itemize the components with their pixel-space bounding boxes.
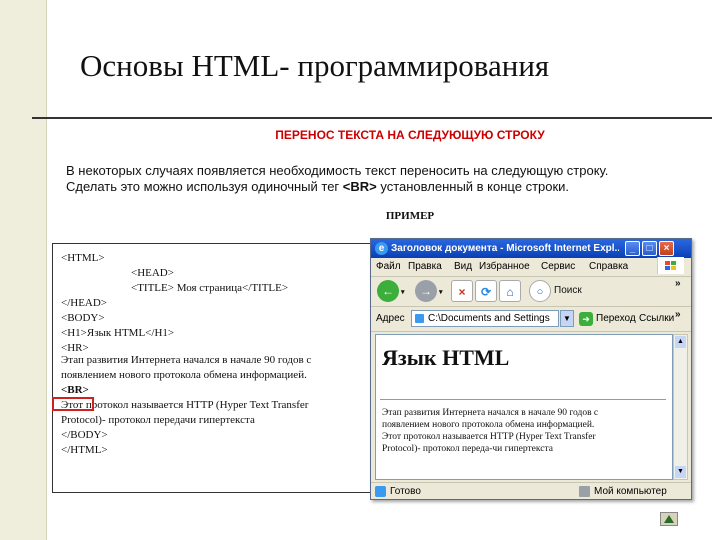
code-line: <H1>Язык HTML</H1>: [61, 327, 175, 339]
address-value: C:\Documents and Settings: [428, 313, 550, 324]
back-icon[interactable]: ←: [377, 280, 399, 302]
window-title: Заголовок документа - Microsoft Internet…: [391, 243, 619, 254]
scroll-up-icon[interactable]: ▲: [675, 336, 686, 348]
code-line: </HTML>: [61, 444, 108, 456]
code-line: Protocol)- протокол передачи гипертекста: [61, 414, 255, 426]
menu-edit[interactable]: Правка: [408, 261, 442, 272]
address-dropdown-icon[interactable]: ▼: [560, 310, 574, 327]
description: В некоторых случаях появляется необходим…: [66, 163, 706, 195]
address-input[interactable]: C:\Documents and Settings: [411, 310, 559, 327]
menu-view[interactable]: Вид: [454, 261, 472, 272]
page-text: Этап развития Интернета начался в начале…: [382, 407, 672, 455]
forward-icon[interactable]: →: [415, 280, 437, 302]
search-button-label[interactable]: Поиск: [554, 285, 582, 296]
status-text: Готово: [390, 486, 421, 497]
ie-logo-icon: e: [375, 242, 388, 255]
code-listing: <HTML> <HEAD> <TITLE> Моя страница</TITL…: [52, 243, 392, 493]
menu-help[interactable]: Справка: [589, 261, 628, 272]
description-line-2: Сделать это можно используя одиночный те…: [66, 179, 706, 195]
menu-tools[interactable]: Сервис: [541, 261, 575, 272]
page-text-line: появлением нового протокола обмена инфор…: [382, 420, 595, 430]
code-line: <HR>: [61, 342, 89, 354]
left-bar-divider: [46, 0, 47, 540]
highlight-box: [52, 397, 94, 411]
section-heading: ПЕРЕНОС ТЕКСТА НА СЛЕДУЮЩУЮ СТРОКУ: [275, 128, 545, 142]
page-text-line: Этап развития Интернета начался в начале…: [382, 408, 599, 418]
page-text-line: Protocol)- протокол переда-чи гипертекст…: [382, 444, 553, 454]
computer-icon: [579, 486, 590, 497]
description-line-2-end: установленный в конце строки.: [376, 179, 570, 194]
menu-file[interactable]: Файл: [376, 261, 401, 272]
vertical-scrollbar[interactable]: ▲ ▼: [673, 334, 688, 480]
menu-favorites[interactable]: Избранное: [479, 261, 530, 272]
page-icon: [415, 314, 424, 323]
toolbar: ← ▾ → ▾ × ⟳ ⌂ ○ Поиск »: [371, 276, 691, 307]
search-icon[interactable]: ○: [529, 280, 551, 302]
page-heading: Язык HTML: [382, 345, 510, 370]
code-line: <BR>: [61, 384, 89, 396]
code-line: </HEAD>: [61, 297, 108, 309]
stop-icon[interactable]: ×: [451, 280, 473, 302]
status-zone: Мой компьютер: [594, 486, 667, 497]
code-line: <TITLE> Моя страница</TITLE>: [131, 282, 289, 294]
page-text-line: Этот протокол называется HTTP (Hyper Tex…: [382, 432, 596, 442]
links-more-icon[interactable]: »: [675, 309, 681, 320]
windows-logo-icon: [657, 257, 684, 274]
go-button[interactable]: Переход: [596, 313, 636, 324]
page-rule: [380, 399, 666, 400]
example-label: ПРИМЕР: [385, 210, 435, 222]
forward-dropdown-icon[interactable]: ▾: [439, 288, 443, 296]
menu-bar: Файл Правка Вид Избранное Сервис Справка: [371, 257, 691, 277]
page-status-icon: [375, 486, 386, 497]
maximize-icon[interactable]: □: [642, 241, 657, 256]
code-line: </BODY>: [61, 429, 108, 441]
browser-window: e Заголовок документа - Microsoft Intern…: [370, 238, 692, 500]
code-line: появлением нового протокола обмена инфор…: [61, 369, 307, 381]
back-dropdown-icon[interactable]: ▾: [401, 288, 405, 296]
code-line: <HEAD>: [131, 267, 174, 279]
minimize-icon[interactable]: _: [625, 241, 640, 256]
left-decorative-bar: [0, 0, 46, 540]
toolbar-more-icon[interactable]: »: [675, 278, 681, 289]
code-line: <HTML>: [61, 252, 105, 264]
close-icon[interactable]: ×: [659, 241, 674, 256]
up-arrow-icon: [664, 515, 674, 523]
address-bar: Адрес C:\Documents and Settings ▼ ➜ Пере…: [371, 307, 691, 332]
address-label: Адрес: [376, 313, 405, 324]
code-line: Этот протокол называется HTTP (Hyper Tex…: [61, 399, 309, 411]
description-line-2-start: Сделать это можно используя одиночный те…: [66, 179, 343, 194]
slide-title: Основы HTML- программирования: [80, 48, 550, 83]
home-icon[interactable]: ⌂: [499, 280, 521, 302]
slide-nav-up-button[interactable]: [660, 512, 678, 526]
status-bar: Готово Мой компьютер: [371, 482, 691, 500]
go-arrow-icon[interactable]: ➜: [579, 312, 593, 326]
scroll-down-icon[interactable]: ▼: [675, 466, 686, 478]
title-underline: [32, 117, 712, 119]
code-line: <BODY>: [61, 312, 105, 324]
window-titlebar[interactable]: e Заголовок документа - Microsoft Intern…: [371, 239, 691, 258]
refresh-icon[interactable]: ⟳: [475, 280, 497, 302]
code-line: Этап развития Интернета начался в начале…: [61, 354, 312, 366]
br-tag-mention: <BR>: [342, 179, 377, 194]
page-content: Язык HTML Этап развития Интернета началс…: [375, 334, 673, 480]
description-line-1: В некоторых случаях появляется необходим…: [66, 163, 609, 178]
links-button[interactable]: Ссылки: [639, 313, 674, 324]
